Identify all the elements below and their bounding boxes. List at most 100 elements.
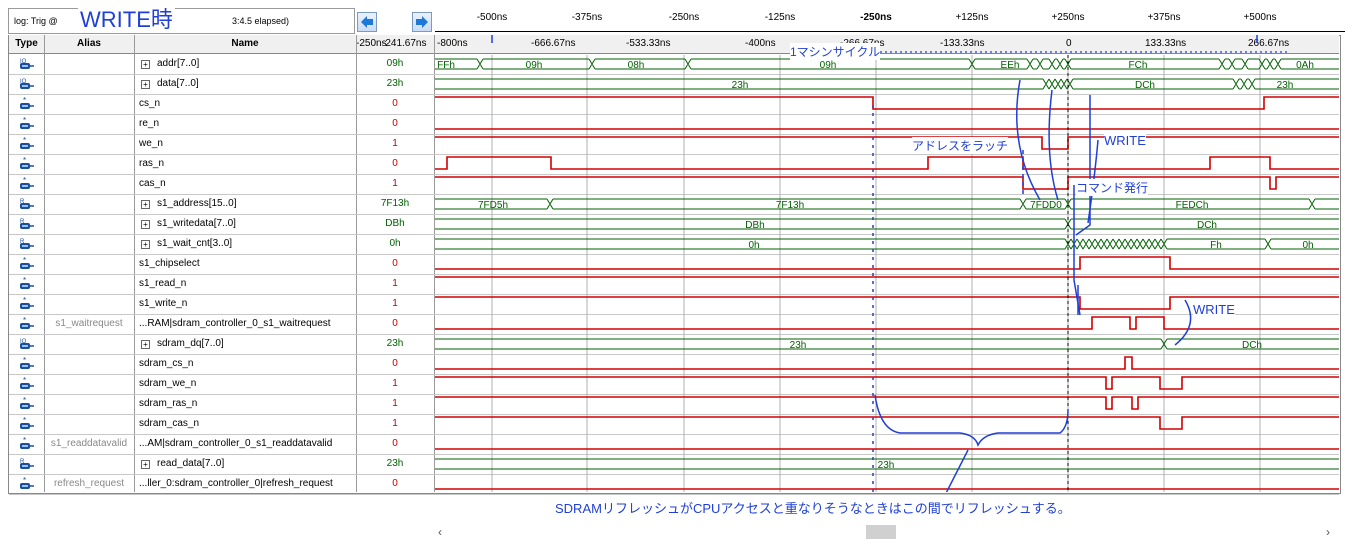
signal-waveform xyxy=(435,136,1339,150)
arrow-annotation xyxy=(1048,89,1059,201)
signal-waveform xyxy=(435,176,1339,190)
waveform-area[interactable]: FFh 09h 08h 09h EEh FCh 0Ah23h DCh 23h7FD5h 7F13h… xyxy=(435,35,1339,492)
signal-value: 0h xyxy=(389,238,401,249)
top-tick: -375ns xyxy=(571,12,603,23)
signal-icon: * xyxy=(19,376,35,391)
signal-name[interactable]: s1_chipselect xyxy=(139,254,200,274)
bus-value-label: 23h xyxy=(1277,80,1294,91)
chevron-right-icon[interactable]: › xyxy=(1326,525,1330,539)
svg-text:*: * xyxy=(23,477,26,485)
svg-text:*: * xyxy=(23,357,26,365)
bus-reg-icon: R xyxy=(19,217,35,231)
svg-text:*: * xyxy=(23,177,26,185)
signal-value: 1 xyxy=(392,138,398,149)
annotation-write-2: WRITE xyxy=(1193,302,1235,317)
signal-value: 0 xyxy=(392,158,398,169)
signal-name[interactable]: addr[7..0] xyxy=(157,54,199,74)
signal-icon: * xyxy=(19,356,35,371)
bus-reg-icon: R xyxy=(19,237,35,251)
signal-icon: * xyxy=(19,116,35,131)
signal-name[interactable]: s1_address[15..0] xyxy=(157,194,237,214)
signal-value: 7F13h xyxy=(380,198,410,209)
bus-value-label: EEh xyxy=(1001,60,1020,71)
signal-name[interactable]: ...RAM|sdram_controller_0_s1_waitrequest xyxy=(139,314,331,334)
signal-value: 0 xyxy=(392,438,398,449)
bus-value-label: 09h xyxy=(820,60,837,71)
svg-text:R: R xyxy=(20,239,25,245)
signal-name[interactable]: data[7..0] xyxy=(157,74,199,94)
svg-text:*: * xyxy=(23,277,26,285)
top-tick: -125ns xyxy=(764,12,796,23)
expand-toggle-icon[interactable]: + xyxy=(141,340,150,349)
signal-value: 1 xyxy=(392,418,398,429)
signal-icon: * xyxy=(19,156,35,171)
signal-value: 0 xyxy=(392,118,398,129)
arrow-annotation xyxy=(1073,185,1081,316)
top-tick: +125ns xyxy=(955,12,989,23)
expand-toggle-icon[interactable]: + xyxy=(141,460,150,469)
scroll-right-button[interactable] xyxy=(412,12,432,32)
signal-name[interactable]: ras_n xyxy=(139,154,164,174)
signal-name[interactable]: sdram_ras_n xyxy=(139,394,197,414)
expand-toggle-icon[interactable]: + xyxy=(141,220,150,229)
signal-icon: * xyxy=(19,436,35,451)
signal-alias: refresh_request xyxy=(53,478,125,489)
log-suffix: 3:4.5 elapsed) xyxy=(232,16,290,26)
expand-toggle-icon[interactable]: + xyxy=(141,80,150,89)
signal-value: 23h xyxy=(386,338,404,349)
signal-name[interactable]: sdram_dq[7..0] xyxy=(157,334,224,354)
signal-name[interactable]: s1_read_n xyxy=(139,274,186,294)
expand-toggle-icon[interactable]: + xyxy=(141,200,150,209)
top-tick: -250ns xyxy=(668,12,700,23)
bus-value-label: DCh xyxy=(1135,80,1155,91)
expand-toggle-icon[interactable]: + xyxy=(141,240,150,249)
signal-name[interactable]: s1_write_n xyxy=(139,294,187,314)
type-column-header[interactable]: Type xyxy=(9,35,44,53)
signal-icon: * xyxy=(19,316,35,331)
signal-name[interactable]: cs_n xyxy=(139,94,160,114)
svg-text:IO: IO xyxy=(20,59,27,65)
name-column-header[interactable]: Name xyxy=(134,35,356,53)
arrow-right-icon xyxy=(416,16,428,28)
signal-name[interactable]: sdram_we_n xyxy=(139,374,196,394)
signal-value: 0 xyxy=(392,318,398,329)
signal-alias: s1_readdatavalid xyxy=(50,438,128,449)
signal-name[interactable]: sdram_cas_n xyxy=(139,414,199,434)
bus-value-label: FCh xyxy=(1129,60,1148,71)
signal-waveform xyxy=(435,396,1339,410)
bus-reg-icon: R xyxy=(19,457,35,471)
annotation-machine-cycle: 1マシンサイクル xyxy=(790,43,881,60)
signal-icon: * xyxy=(19,176,35,191)
signal-name[interactable]: ...AM|sdram_controller_0_s1_readdatavali… xyxy=(139,434,332,454)
svg-text:*: * xyxy=(23,137,26,145)
svg-text:*: * xyxy=(23,157,26,165)
signal-name[interactable]: re_n xyxy=(139,114,159,134)
signal-name[interactable]: we_n xyxy=(139,134,163,154)
svg-text:*: * xyxy=(23,97,26,105)
alias-column-header[interactable]: Alias xyxy=(44,35,134,53)
signal-icon: * xyxy=(19,136,35,151)
signal-name[interactable]: s1_writedata[7..0] xyxy=(157,214,236,234)
expand-toggle-icon[interactable]: + xyxy=(141,60,150,69)
time-ruler-line xyxy=(435,31,1345,32)
svg-text:*: * xyxy=(23,397,26,405)
svg-text:*: * xyxy=(23,257,26,265)
signal-name[interactable]: sdram_cs_n xyxy=(139,354,193,374)
signal-value: 0 xyxy=(392,358,398,369)
signal-name[interactable]: ...ller_0:sdram_controller_0|refresh_req… xyxy=(139,474,333,494)
scrollbar-thumb[interactable] xyxy=(866,525,896,539)
signal-name[interactable]: cas_n xyxy=(139,174,166,194)
overlay-title: WRITE時 xyxy=(78,7,175,32)
signal-value: 1 xyxy=(392,278,398,289)
annotation-latch: アドレスをラッチ xyxy=(912,137,1009,154)
signal-name[interactable]: s1_wait_cnt[3..0] xyxy=(157,234,232,254)
scroll-left-button[interactable] xyxy=(357,12,377,32)
signal-value: 0 xyxy=(392,258,398,269)
signal-value: 1 xyxy=(392,178,398,189)
bus-value-label: 0h xyxy=(748,240,759,251)
bus-value-label: Fh xyxy=(1210,240,1222,251)
signal-icon: * xyxy=(19,396,35,411)
signal-name[interactable]: read_data[7..0] xyxy=(157,454,224,474)
bus-value-label: DCh xyxy=(1197,220,1217,231)
chevron-left-icon[interactable]: ‹ xyxy=(438,525,442,539)
